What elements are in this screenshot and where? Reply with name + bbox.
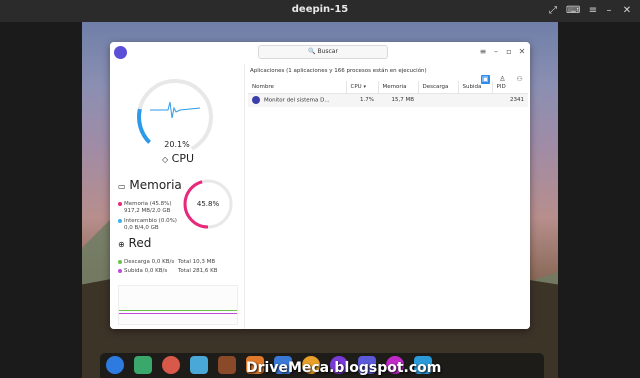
swap-dot (118, 218, 122, 223)
process-name: Monitor del sistema D... (264, 97, 330, 104)
col-header-cpu[interactable]: CPU ▾ (346, 81, 379, 94)
multitask-icon[interactable] (134, 356, 152, 374)
cpu-icon: ◇ (162, 155, 169, 164)
app-logo-icon (114, 46, 127, 59)
vm-titlebar: deepin-15 ⤢ ⌨ ≡ – ✕ (0, 0, 640, 22)
swap-line1: Intercambio (0.0%) (124, 218, 177, 224)
app-minimize-icon[interactable]: – (491, 47, 501, 57)
upload-rate: Subida 0,0 KB/s (124, 268, 168, 274)
process-upload (458, 93, 492, 107)
process-cpu: 1.7% (346, 93, 378, 107)
col-header-cpu-text: CPU (350, 83, 362, 90)
memory-dot (118, 201, 122, 206)
process-download (418, 93, 458, 107)
process-pid: 2341 (492, 93, 528, 107)
download-line (119, 310, 237, 311)
download-dot (118, 259, 122, 264)
col-header-name[interactable]: Nombre (248, 81, 347, 94)
app-store-icon[interactable] (218, 356, 236, 374)
table-header-row: Nombre CPU ▾ Memoria Descarga Subida PID (248, 81, 528, 94)
search-input[interactable]: 🔍 Buscar (258, 45, 388, 59)
network-section-title: ⊕ Red (118, 236, 151, 250)
upload-line (119, 313, 237, 314)
upload-dot (118, 268, 122, 273)
cpu-label-text: CPU (171, 152, 195, 165)
process-name-cell: Monitor del sistema D... (248, 93, 346, 107)
file-manager-icon[interactable] (190, 356, 208, 374)
download-rate: Descarga 0,0 KB/s (124, 259, 175, 265)
keyboard-icon[interactable]: ⌨ (566, 4, 580, 18)
col-header-pid[interactable]: PID (492, 81, 528, 94)
cpu-label: ◇ CPU (162, 152, 194, 165)
watermark: DriveMeca.blogspot.com (246, 360, 442, 376)
memory-icon: ▭ (118, 182, 126, 191)
minimize-icon[interactable]: – (602, 4, 616, 18)
cpu-graph-line (150, 101, 201, 119)
app-maximize-icon[interactable]: ▫ (504, 47, 514, 57)
network-graph (118, 285, 238, 325)
vm-title: deepin-15 (291, 4, 349, 15)
swap-line2: 0,0 B/4,0 GB (124, 225, 159, 231)
cpu-percent: 20.1% (164, 140, 190, 149)
launcher-icon[interactable] (106, 356, 124, 374)
process-panel: Aplicaciones (1 aplicaciones y 166 proce… (246, 64, 530, 329)
col-header-memory[interactable]: Memoria (378, 81, 419, 94)
process-summary: Aplicaciones (1 aplicaciones y 166 proce… (250, 68, 427, 74)
network-legend: Descarga 0,0 KB/s Total 10,3 MB Subida 0… (118, 259, 238, 275)
memory-section-title: ▭ Memoria (118, 178, 182, 192)
memory-legend: Memoria (45.8%) 917,2 MB/2,0 GB Intercam… (118, 201, 177, 232)
network-title: Red (128, 236, 152, 250)
memory-title: Memoria (129, 178, 182, 192)
memory-line1: Memoria (45.8%) (124, 201, 172, 207)
memory-line2: 917,2 MB/2,0 GB (124, 208, 171, 214)
col-header-upload[interactable]: Subida (458, 81, 493, 94)
col-header-download[interactable]: Descarga (418, 81, 459, 94)
monitor-app-icon (252, 96, 260, 105)
process-memory: 15,7 MB (378, 93, 418, 107)
app-titlebar: 🔍 Buscar ≡ – ▫ ✕ (110, 42, 530, 64)
sort-icon: ▾ (363, 83, 366, 90)
memory-percent: 45.8% (196, 200, 220, 208)
settings-icon[interactable] (162, 356, 180, 374)
system-monitor-window: 🔍 Buscar ≡ – ▫ ✕ 20.1% ◇ CPU ▭ Memoria 4… (110, 42, 530, 329)
download-total: Total 10,3 MB (178, 259, 216, 265)
app-close-icon[interactable]: ✕ (517, 47, 527, 57)
app-menu-icon[interactable]: ≡ (478, 47, 488, 57)
left-panel: 20.1% ◇ CPU ▭ Memoria 45.8% Memoria (45.… (110, 64, 245, 329)
process-table: Nombre CPU ▾ Memoria Descarga Subida PID… (248, 81, 528, 107)
search-placeholder: Buscar (317, 48, 338, 55)
table-row[interactable]: Monitor del sistema D... 1.7% 15,7 MB 23… (248, 93, 528, 107)
globe-icon: ⊕ (118, 240, 125, 249)
menu-icon[interactable]: ≡ (586, 4, 600, 18)
close-icon[interactable]: ✕ (620, 4, 634, 18)
upload-total: Total 281,6 KB (178, 268, 218, 274)
fullscreen-icon[interactable]: ⤢ (546, 4, 560, 18)
